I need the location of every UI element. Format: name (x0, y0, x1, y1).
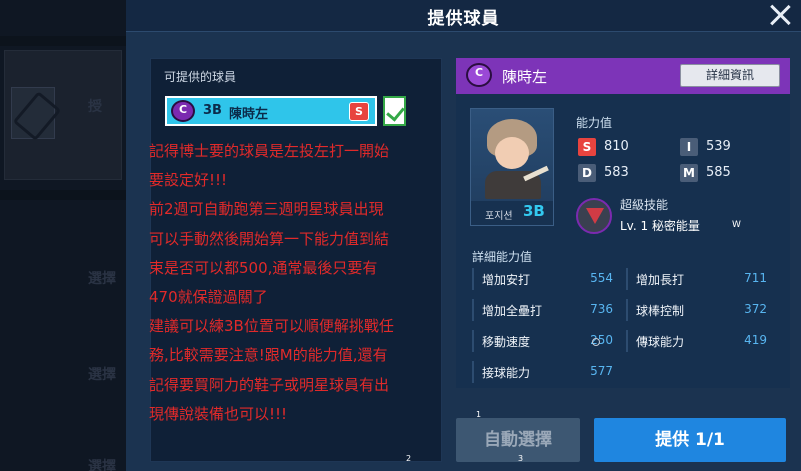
detail-stat: 傳球能力 419 (626, 330, 771, 352)
player-position: 3B (203, 103, 222, 118)
stat-key: M (680, 164, 698, 182)
skill-name: 超級技能 (620, 198, 669, 212)
stat-key: S (578, 138, 596, 156)
grade-badge-text: C (474, 66, 484, 79)
detail-stat: 接球能力 577 (472, 361, 617, 383)
detail-stat-label: 接球能力 (482, 366, 531, 380)
detail-stat: 增加全壘打 736 (472, 299, 617, 321)
player-detail-name: 陳時左 (502, 68, 548, 86)
note-line: 要設定好!!! (149, 171, 228, 190)
stat-value: 585 (706, 165, 731, 180)
player-portrait: 포지션 3B (470, 108, 554, 226)
detail-stat: 增加長打 711 (626, 268, 771, 290)
note-line: 束是否可以都500,通常最後只要有 (149, 258, 378, 277)
stat-key: I (680, 138, 698, 156)
detail-stats-title: 詳細能力值 (472, 250, 533, 264)
note-line: 470就保證過關了 (149, 288, 268, 307)
skill-level: Lv. 1 秘密能量 (620, 219, 700, 233)
detail-stat-value: 419 (744, 333, 767, 347)
provide-button[interactable]: 提供 1/1 (594, 418, 786, 462)
note-line: 記得博士要的球員是左投左打一開始 (149, 142, 390, 160)
note-line: 可以手動然後開始算一下能力值到結 (149, 229, 390, 248)
detail-stat: 增加安打 554 (472, 268, 617, 290)
detail-stat-label: 球棒控制 (636, 304, 685, 318)
detail-stat-label: 移動速度 (482, 335, 531, 349)
marker-label: 3 (518, 454, 524, 463)
stat-value: 810 (604, 139, 629, 154)
background-panel: 授 選擇 選擇 選擇 (0, 0, 128, 471)
detail-stat-value: 577 (590, 364, 613, 378)
stat-value: 539 (706, 139, 731, 154)
note-line: 建議可以練3B位置可以順便解挑戰任 (149, 317, 394, 336)
close-icon[interactable] (767, 2, 793, 28)
detail-stat: 球棒控制 372 (626, 299, 771, 321)
note-line: 前2週可自動跑第三週明星球員出現 (149, 200, 384, 219)
selected-player-row[interactable]: C 3B 陳時左 S (165, 96, 377, 126)
detail-stat-label: 傳球能力 (636, 335, 685, 349)
modal-header: 提供球員 (126, 0, 801, 32)
grade-badge-text: C (178, 103, 188, 116)
position-label: 포지션 (485, 211, 513, 222)
cursor-marker (592, 338, 600, 346)
detail-stat-label: 增加長打 (636, 273, 685, 287)
special-tag-icon: S (349, 102, 369, 121)
detail-stat-value: 372 (744, 302, 767, 316)
background-overlay (0, 0, 128, 471)
available-players-label: 可提供的球員 (164, 70, 237, 84)
marker-label: 1 (476, 410, 482, 419)
detail-stat-value: 736 (590, 302, 613, 316)
stat-key: D (578, 164, 596, 182)
note-line: 記得要買阿力的鞋子或明星球員有出 (149, 375, 390, 394)
detail-stat-label: 增加安打 (482, 273, 531, 287)
grade-badge-icon: C (466, 63, 492, 87)
provide-player-modal: 提供球員 可提供的球員 C 3B 陳時左 S 記得博士要的球員是左投左打一開始 … (126, 0, 801, 471)
marker-label: 2 (406, 454, 412, 463)
available-players-panel: 可提供的球員 C 3B 陳時左 S 記得博士要的球員是左投左打一開始 要設定好!… (149, 58, 442, 462)
modal-title: 提供球員 (427, 9, 500, 29)
note-line: 現傳說裝備也可以!!! (149, 404, 288, 423)
ability-title: 能力值 (576, 116, 613, 130)
skill-mark: W (732, 220, 741, 230)
super-skill-icon[interactable] (576, 198, 612, 234)
annotation-note: 記得博士要的球員是左投左打一開始 要設定好!!! 前2週可自動跑第三週明星球員出… (149, 137, 479, 429)
stat-value: 583 (604, 165, 629, 180)
game-screen: 授 選擇 選擇 選擇 提供球員 可提供的球員 C 3B 陳時左 S 記得博士要的… (0, 0, 801, 471)
portrait-position-bar: 포지션 3B (471, 201, 553, 225)
player-detail-header: C 陳時左 詳細資訊 (456, 58, 790, 94)
detail-info-button[interactable]: 詳細資訊 (680, 64, 780, 87)
detail-stat-value: 554 (590, 271, 613, 285)
portrait-face (495, 137, 529, 169)
position-value: 3B (523, 202, 545, 220)
note-line: 務,比較需要注意!跟M的能力值,還有 (149, 346, 388, 365)
player-name: 陳時左 (229, 107, 269, 122)
select-checkbox[interactable] (383, 96, 406, 126)
player-detail-panel: C 陳時左 詳細資訊 포지션 3B 能力值 S 810 I 539 D 583 … (456, 58, 790, 388)
detail-stat-label: 增加全壘打 (482, 304, 543, 318)
grade-badge-icon: C (171, 100, 195, 122)
detail-stat-value: 711 (744, 271, 767, 285)
